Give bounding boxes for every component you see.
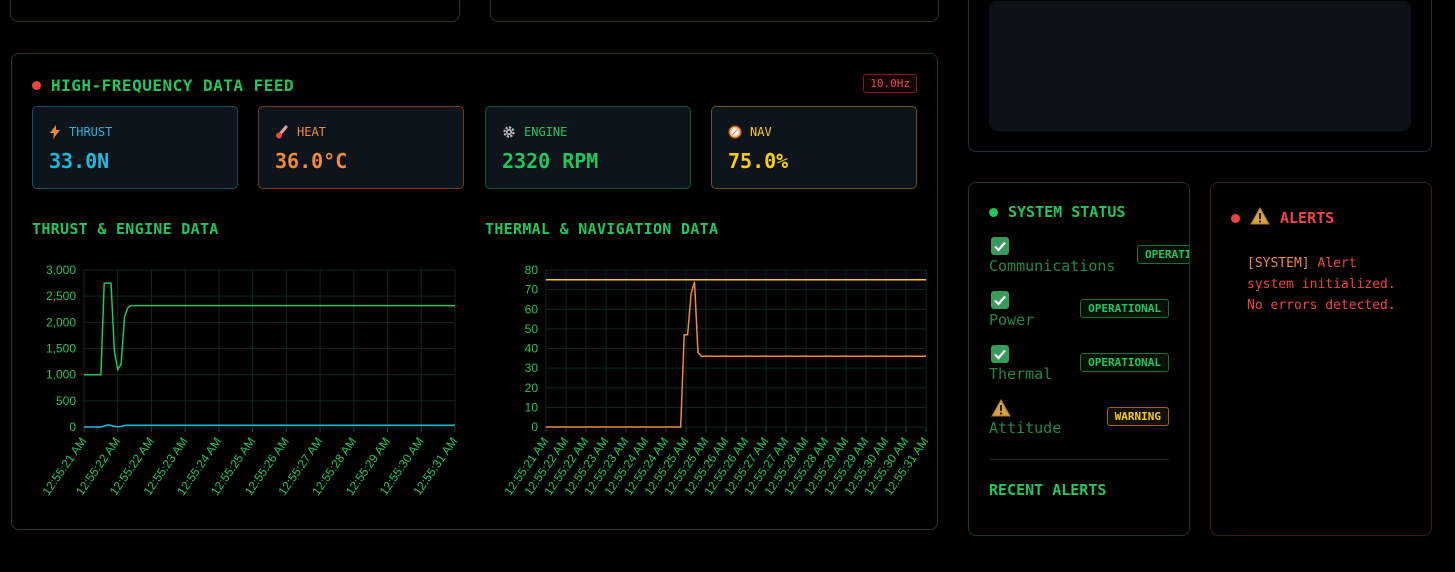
series-line [84, 282, 455, 376]
data-feed-panel: HIGH-FREQUENCY DATA FEED 10.0Hz THRUST 3… [11, 53, 938, 530]
heat-label: HEAT [297, 125, 326, 139]
compass-icon [728, 125, 742, 139]
status-badge: WARNING [1106, 407, 1169, 426]
recent-alerts-title: RECENT ALERTS [989, 481, 1107, 499]
thermal-navigation-chart-title: THERMAL & NAVIGATION DATA [485, 220, 719, 238]
warning-icon [1250, 206, 1270, 229]
alert-message: [SYSTEM] Alert system initialized. No er… [1247, 253, 1407, 316]
check-icon [991, 345, 1009, 363]
y-tick-label: 0 [69, 420, 76, 434]
system-status-panel: SYSTEM STATUS Communications OPERATIONAL… [968, 182, 1190, 536]
data-feed-title: HIGH-FREQUENCY DATA FEED [32, 76, 294, 95]
y-tick-label: 20 [525, 381, 539, 395]
series-line [546, 281, 926, 428]
alert-tag: [SYSTEM] [1247, 256, 1310, 271]
alert-indicator-dot [1231, 213, 1240, 223]
top-right-panel [968, 0, 1432, 152]
system-row-power: Power OPERATIONAL [989, 291, 1169, 331]
y-tick-label: 40 [525, 342, 539, 356]
thermal-navigation-chart: 8070605040302010012:55:21 AM12:55:22 AM1… [501, 263, 931, 498]
check-icon [991, 291, 1009, 309]
rate-badge: 10.0Hz [863, 74, 917, 93]
gear-icon [502, 125, 516, 139]
system-name: Power [989, 311, 1035, 329]
thrust-label: THRUST [69, 125, 113, 139]
status-badge: OPERATIONAL [1137, 245, 1189, 264]
system-name: Attitude [989, 419, 1062, 437]
y-tick-label: 60 [525, 302, 539, 316]
system-status-title: SYSTEM STATUS [989, 203, 1125, 221]
y-tick-label: 80 [525, 263, 539, 277]
thrust-engine-chart-title: THRUST & ENGINE DATA [32, 220, 219, 238]
status-badge: OPERATIONAL [1080, 353, 1169, 372]
system-row-communications: Communications OPERATIONAL [989, 237, 1189, 277]
status-indicator-dot [989, 207, 998, 217]
check-icon [991, 237, 1009, 255]
top-left-panel [10, 0, 460, 22]
system-name: Communications [989, 257, 1116, 275]
nav-value: 75.0% [728, 149, 789, 173]
alerts-title: ALERTS [1231, 206, 1334, 229]
divider [989, 459, 1169, 460]
engine-label: ENGINE [524, 125, 568, 139]
system-row-thermal: Thermal OPERATIONAL [989, 345, 1169, 385]
top-middle-panel [490, 0, 939, 22]
y-tick-label: 1,000 [46, 368, 76, 382]
thrust-engine-chart: 3,0002,5002,0001,5001,000500012:55:21 AM… [39, 263, 460, 498]
y-tick-label: 10 [525, 400, 539, 414]
y-tick-label: 2,500 [46, 289, 76, 303]
y-tick-label: 2,000 [46, 315, 76, 329]
live-indicator-dot [32, 81, 41, 90]
y-tick-label: 3,000 [46, 263, 76, 277]
warning-icon [991, 398, 1011, 417]
thrust-value: 33.0N [49, 149, 110, 173]
heat-value: 36.0°C [275, 149, 348, 173]
engine-metric-card: ENGINE 2320 RPM [485, 106, 691, 189]
display-area [989, 1, 1411, 131]
y-tick-label: 50 [525, 322, 539, 336]
y-tick-label: 70 [525, 283, 539, 297]
y-tick-label: 1,500 [46, 342, 76, 356]
thermometer-icon [275, 125, 289, 139]
thrust-metric-card: THRUST 33.0N [32, 106, 238, 189]
lightning-icon [49, 125, 61, 139]
y-tick-label: 500 [56, 394, 76, 408]
y-tick-label: 0 [531, 420, 538, 434]
heat-metric-card: HEAT 36.0°C [258, 106, 464, 189]
y-tick-label: 30 [525, 361, 539, 375]
status-badge: OPERATIONAL [1080, 299, 1169, 318]
engine-value: 2320 RPM [502, 149, 599, 173]
nav-label: NAV [750, 125, 772, 139]
system-row-attitude: Attitude WARNING [989, 398, 1169, 439]
system-name: Thermal [989, 365, 1053, 383]
alerts-panel: ALERTS [SYSTEM] Alert system initialized… [1210, 182, 1432, 536]
nav-metric-card: NAV 75.0% [711, 106, 917, 189]
